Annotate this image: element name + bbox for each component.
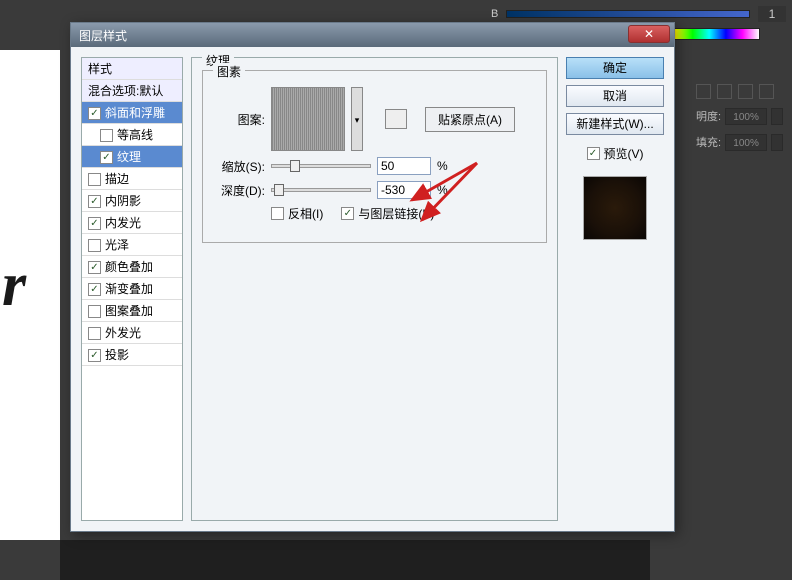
style-pattern-overlay[interactable]: 图案叠加 (82, 300, 182, 322)
depth-label: 深度(D): (217, 182, 265, 199)
layer-style-dialog: 图层样式 ✕ 样式 混合选项:默认 斜面和浮雕 等高线 纹理 描边 内阴影 内发… (70, 22, 675, 532)
new-style-button[interactable]: 新建样式(W)... (566, 113, 664, 135)
close-button[interactable]: ✕ (628, 25, 670, 43)
ok-button[interactable]: 确定 (566, 57, 664, 79)
fill-dropdown[interactable] (771, 134, 783, 151)
style-gradient-overlay[interactable]: 渐变叠加 (82, 278, 182, 300)
style-color-overlay[interactable]: 颜色叠加 (82, 256, 182, 278)
style-drop-shadow[interactable]: 投影 (82, 344, 182, 366)
dialog-title: 图层样式 (79, 27, 666, 44)
check-icon[interactable] (88, 327, 101, 340)
check-icon[interactable] (88, 283, 101, 296)
check-icon[interactable] (88, 349, 101, 362)
panel-icon-3[interactable] (738, 84, 753, 99)
check-icon[interactable] (100, 129, 113, 142)
pattern-swatch[interactable] (271, 87, 345, 151)
cancel-button[interactable]: 取消 (566, 85, 664, 107)
snap-origin-button[interactable]: 贴紧原点(A) (425, 107, 515, 132)
style-inner-glow[interactable]: 内发光 (82, 212, 182, 234)
channel-b-slider[interactable] (506, 10, 750, 18)
scale-input[interactable] (377, 157, 431, 175)
dialog-titlebar[interactable]: 图层样式 ✕ (71, 23, 674, 47)
styles-list: 样式 混合选项:默认 斜面和浮雕 等高线 纹理 描边 内阴影 内发光 光泽 颜色… (81, 57, 183, 521)
texture-settings-panel: 纹理 图素 图案: ▾ 贴紧原点(A) 缩放(S): % (191, 57, 558, 521)
fill-label: 填充: (696, 134, 721, 150)
scale-percent: % (437, 159, 448, 173)
depth-slider[interactable] (271, 188, 371, 192)
check-icon[interactable] (88, 239, 101, 252)
panel-icon-4[interactable] (759, 84, 774, 99)
check-icon[interactable] (88, 217, 101, 230)
pattern-group-label: 图素 (213, 63, 245, 80)
checkbox-icon (587, 147, 600, 160)
check-icon[interactable] (100, 151, 113, 164)
fill-value[interactable]: 100% (725, 134, 767, 151)
opacity-dropdown[interactable] (771, 108, 783, 125)
checkbox-icon (341, 207, 354, 220)
depth-input[interactable] (377, 181, 431, 199)
check-icon[interactable] (88, 107, 101, 120)
panel-icon-1[interactable] (696, 84, 711, 99)
scale-label: 缩放(S): (217, 158, 265, 175)
pattern-dropdown[interactable]: ▾ (351, 87, 363, 151)
blend-options[interactable]: 混合选项:默认 (82, 80, 182, 102)
style-texture[interactable]: 纹理 (82, 146, 182, 168)
scale-slider[interactable] (271, 164, 371, 168)
pattern-label: 图案: (217, 111, 265, 128)
check-icon[interactable] (88, 305, 101, 318)
checkbox-icon (271, 207, 284, 220)
new-preset-button[interactable] (385, 109, 407, 129)
style-stroke[interactable]: 描边 (82, 168, 182, 190)
channel-b-label: B (491, 8, 498, 20)
link-layer-checkbox[interactable]: 与图层链接(K) (341, 205, 434, 222)
style-bevel[interactable]: 斜面和浮雕 (82, 102, 182, 124)
channel-b-value[interactable]: 1 (758, 6, 786, 22)
check-icon[interactable] (88, 261, 101, 274)
depth-percent: % (437, 183, 448, 197)
opacity-label: 明度: (696, 108, 721, 124)
style-inner-shadow[interactable]: 内阴影 (82, 190, 182, 212)
invert-checkbox[interactable]: 反相(I) (271, 205, 323, 222)
preview-swatch (583, 176, 647, 240)
style-outer-glow[interactable]: 外发光 (82, 322, 182, 344)
check-icon[interactable] (88, 195, 101, 208)
check-icon[interactable] (88, 173, 101, 186)
style-contour[interactable]: 等高线 (82, 124, 182, 146)
style-satin[interactable]: 光泽 (82, 234, 182, 256)
preview-checkbox[interactable]: 预览(V) (566, 145, 664, 162)
opacity-value[interactable]: 100% (725, 108, 767, 125)
panel-icon-2[interactable] (717, 84, 732, 99)
style-header[interactable]: 样式 (82, 58, 182, 80)
